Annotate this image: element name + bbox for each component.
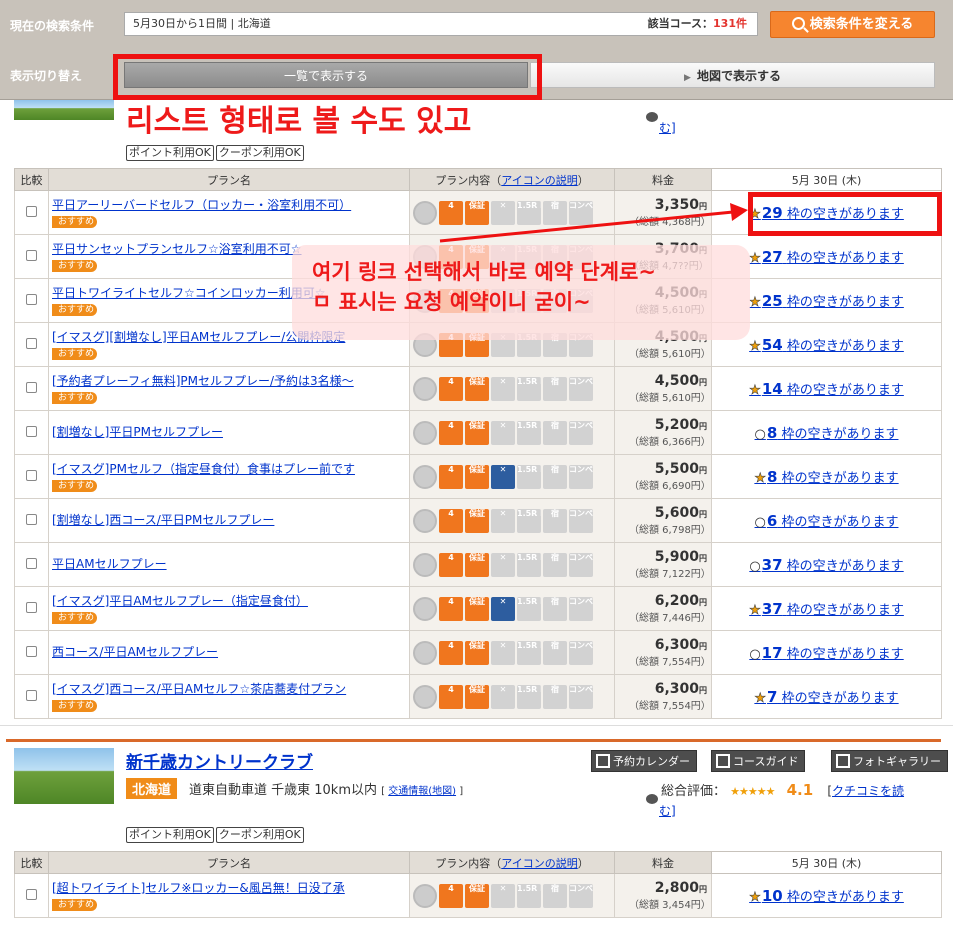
arrow-head xyxy=(730,203,748,221)
arrow-line xyxy=(439,210,734,243)
annotation-arrow xyxy=(439,203,748,243)
